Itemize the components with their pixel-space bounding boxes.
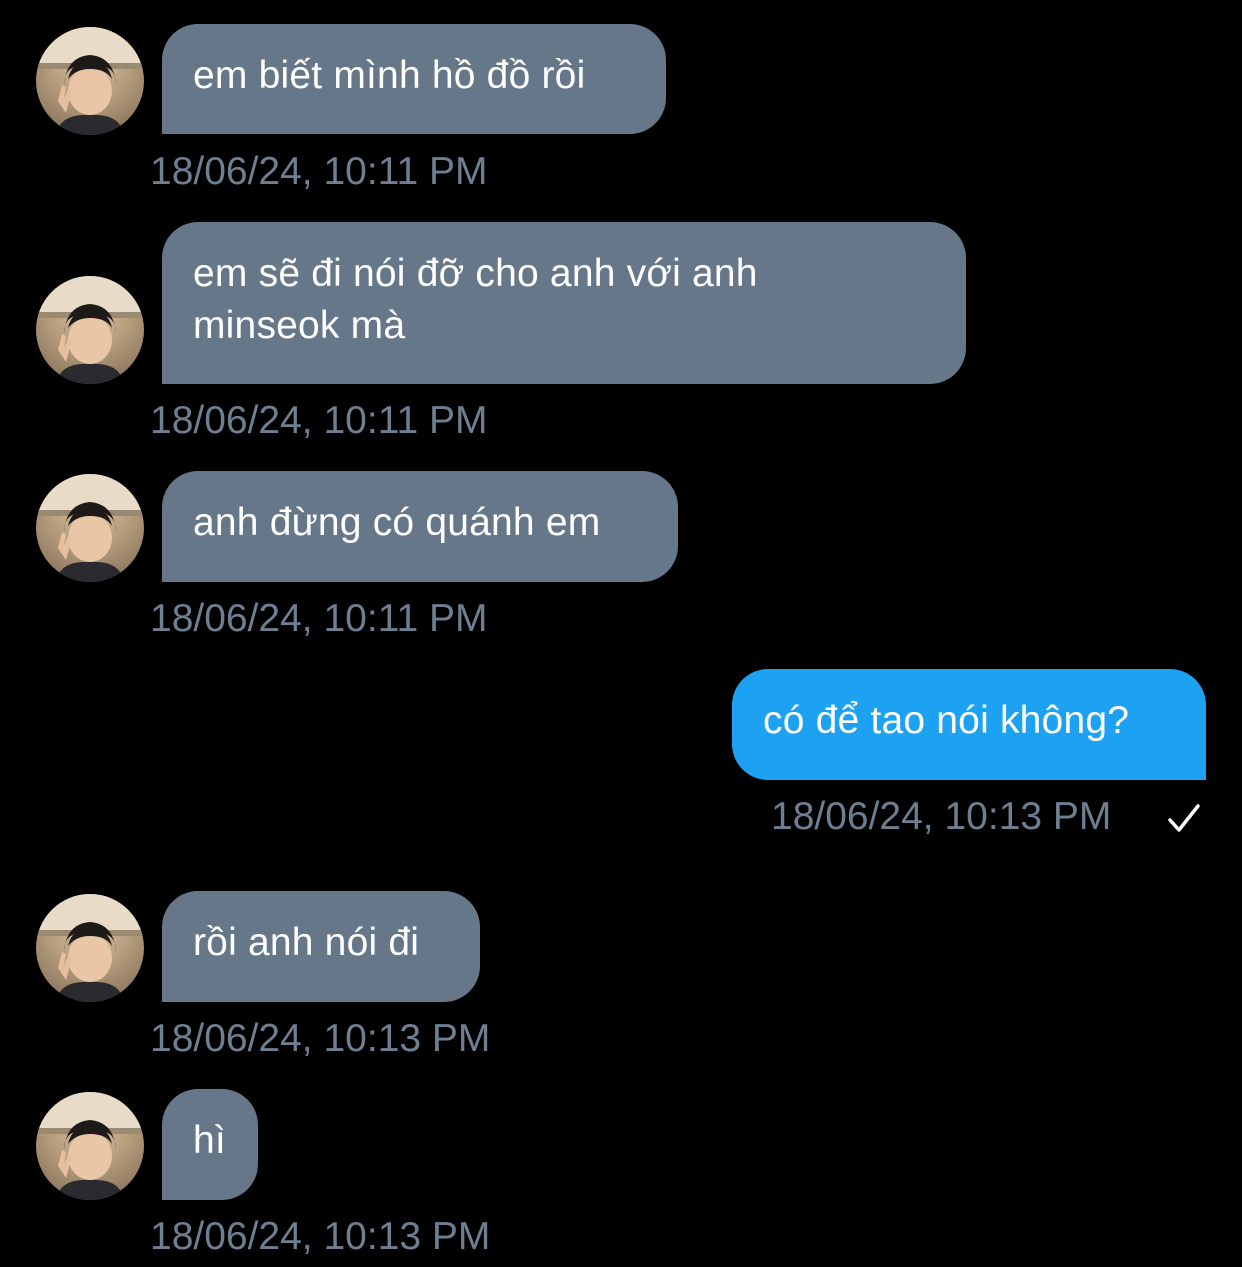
- message-text-line-2: minseok mà: [193, 304, 406, 347]
- contact-avatar[interactable]: [36, 894, 144, 1002]
- message-bubble[interactable]: anh đừng có quánh em: [162, 471, 678, 582]
- message-timestamp: 18/06/24, 10:11 PM: [150, 597, 488, 640]
- message-text: anh đừng có quánh em: [193, 501, 601, 544]
- checkmark-icon: [1168, 804, 1200, 832]
- contact-avatar[interactable]: [36, 474, 144, 582]
- contact-avatar[interactable]: [36, 27, 144, 135]
- message-bubble[interactable]: hì: [162, 1089, 258, 1200]
- message-timestamp: 18/06/24, 10:13 PM: [150, 1215, 491, 1258]
- message-text: em biết mình hồ đồ rồi: [193, 54, 586, 97]
- contact-avatar[interactable]: [36, 276, 144, 384]
- message-text: rồi anh nói đi: [193, 921, 420, 964]
- contact-avatar[interactable]: [36, 1092, 144, 1200]
- message-bubble[interactable]: em sẽ đi nói đỡ cho anh với anh minseok …: [162, 222, 966, 384]
- message-timestamp: 18/06/24, 10:13 PM: [771, 795, 1112, 838]
- message-text: hì: [193, 1119, 226, 1162]
- message-timestamp: 18/06/24, 10:11 PM: [150, 150, 488, 193]
- message-timestamp: 18/06/24, 10:13 PM: [150, 1017, 491, 1060]
- message-timestamp: 18/06/24, 10:11 PM: [150, 399, 488, 442]
- message-bubble[interactable]: có để tao nói không?: [732, 669, 1206, 780]
- message-bubble[interactable]: em biết mình hồ đồ rồi: [162, 24, 666, 134]
- message-text-line-1: em sẽ đi nói đỡ cho anh với anh: [193, 252, 758, 295]
- message-bubble[interactable]: rồi anh nói đi: [162, 891, 480, 1002]
- message-text: có để tao nói không?: [763, 699, 1130, 742]
